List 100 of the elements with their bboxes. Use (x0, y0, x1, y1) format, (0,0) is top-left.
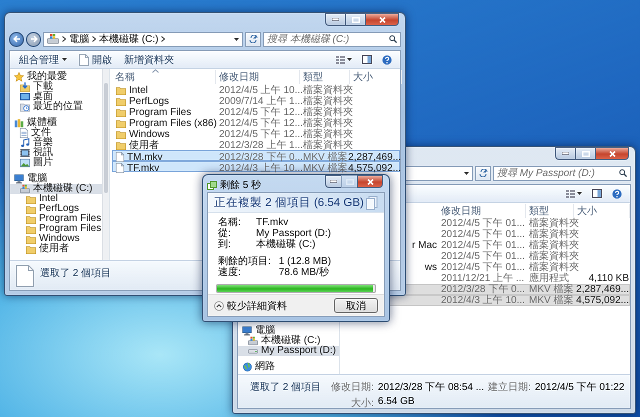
nav-item[interactable]: 使用者 (10, 244, 102, 254)
arrow-left-icon (12, 35, 20, 43)
nav-item[interactable]: 網路 (238, 362, 339, 372)
refresh-button[interactable] (245, 32, 261, 46)
maximize-button[interactable] (575, 147, 595, 160)
close-button[interactable] (357, 175, 383, 188)
help-button[interactable] (380, 54, 394, 64)
nav-item[interactable]: 視訊 (10, 148, 102, 158)
field-label: 剩餘的項目: (218, 256, 271, 267)
caret-icon (62, 58, 67, 61)
modified-date: 2012/4/5 下午 12... (219, 130, 303, 139)
fewer-details-button[interactable]: 較少詳細資料 (214, 298, 287, 312)
modified-date: 2012/4/5 下午 12... (219, 108, 303, 117)
forward-button[interactable] (26, 32, 41, 46)
scrollbar[interactable] (102, 69, 109, 260)
nav-item[interactable]: Intel (10, 194, 102, 204)
field-value: My Passport (D:) (256, 228, 332, 239)
back-button[interactable] (9, 32, 24, 46)
file-type: 檔案資料夾 (529, 219, 579, 228)
cancel-button[interactable]: 取消 (334, 298, 378, 313)
modified-date: 2012/4/5 下午 01... (441, 219, 525, 228)
modified-date: 2012/4/3 上午 10... (219, 164, 303, 172)
file-name: Program Files (x86) (129, 119, 217, 128)
dialog-title: 剩餘 5 秒 (220, 178, 262, 192)
file-row[interactable]: Intel 2012/4/5 上午 10...檔案資料夾 (112, 84, 400, 95)
folder-icon (26, 214, 36, 224)
refresh-button[interactable] (475, 166, 491, 180)
file-size: 4,110 KB (588, 274, 629, 283)
field-value: TF.mkv (256, 217, 290, 228)
column-header[interactable]: 名稱 (112, 70, 216, 84)
nav-item[interactable]: 下載 (10, 82, 102, 92)
close-icon (378, 16, 386, 22)
menu-button[interactable]: 組合管理 (16, 52, 70, 66)
file-icon (16, 264, 34, 286)
minimize-button[interactable] (325, 175, 341, 188)
chevron-right-icon (161, 36, 166, 42)
caret-icon (464, 172, 469, 174)
file-row[interactable]: Windows 2012/4/5 下午 12...檔案資料夾 (112, 128, 400, 139)
search-icon (389, 35, 397, 43)
nav-item[interactable]: 音樂 (10, 138, 102, 148)
film-icon (20, 148, 30, 158)
nav-item[interactable]: 桌面 (10, 92, 102, 102)
nav-item[interactable]: 圖片 (10, 158, 102, 168)
minimize-button[interactable] (555, 147, 575, 160)
column-header[interactable]: 修改日期 (438, 204, 526, 218)
breadcrumb[interactable]: 本機磁碟 (C:) (99, 32, 158, 46)
file-row[interactable]: Program Files (x86) 2012/4/5 下午 12...檔案資料夾 (112, 117, 400, 128)
view-options-button[interactable] (564, 190, 584, 198)
file-row[interactable]: TM.mkv 2012/3/28 下午 0...MKV 檔案2,287,469... (112, 150, 400, 161)
column-header[interactable]: 類型 (300, 70, 350, 84)
close-button[interactable] (595, 147, 629, 160)
file-icon (116, 152, 124, 162)
minimize-button[interactable] (325, 13, 345, 26)
help-button[interactable] (610, 188, 624, 198)
breadcrumb[interactable]: 電腦 (69, 32, 89, 46)
maximize-button[interactable] (345, 13, 365, 26)
search-field[interactable]: 搜尋 My Passport (D:) (493, 166, 631, 180)
column-header[interactable]: 類型 (526, 204, 574, 218)
nav-item[interactable]: Program Files (10, 214, 102, 224)
nav-item[interactable]: 媒體櫃 (10, 118, 102, 128)
folder-icon (116, 108, 126, 118)
file-row[interactable]: Program Files 2012/4/5 下午 12...檔案資料夾 (112, 106, 400, 117)
toolbar-button[interactable]: 新增資料夾 (121, 52, 177, 66)
nav-item[interactable]: PerfLogs (10, 204, 102, 214)
nav-item[interactable]: 本機磁碟 (C:) (10, 184, 102, 194)
view-options-button[interactable] (334, 56, 354, 64)
detail-label: 大小: (350, 396, 374, 410)
column-header[interactable]: 大小 (574, 204, 630, 218)
nav-item[interactable]: Program Files (10, 224, 102, 234)
minimize-icon (562, 152, 569, 155)
preview-pane-button[interactable] (360, 55, 374, 64)
nav-item[interactable]: 最近的位置 (10, 102, 102, 112)
file-icon (116, 162, 124, 174)
file-row[interactable]: PerfLogs 2009/7/14 上午 1...檔案資料夾 (112, 95, 400, 106)
network-icon (242, 362, 252, 372)
detail-value: 2012/3/28 下午 08:54 ... (378, 381, 484, 394)
column-header[interactable]: 大小 (350, 70, 402, 84)
file-row[interactable]: TF.mkv 2012/4/3 上午 10...MKV 檔案4,575,092... (112, 161, 400, 172)
preview-pane-button[interactable] (590, 189, 604, 198)
file-size: 2,287,469... (576, 285, 629, 294)
nav-item[interactable]: 本機磁碟 (C:) (238, 336, 339, 346)
nav-item[interactable]: Windows (10, 234, 102, 244)
arrow-right-icon (30, 35, 38, 43)
close-button[interactable] (365, 13, 399, 26)
nav-item[interactable]: My Passport (D:) (238, 346, 339, 356)
open-button[interactable]: 開啟 (76, 52, 115, 66)
nav-item[interactable]: 電腦 (10, 174, 102, 184)
copy-icon (207, 180, 217, 190)
file-row[interactable]: 使用者 2012/3/28 上午 1...檔案資料夾 (112, 139, 400, 150)
nav-item[interactable]: 文件 (10, 128, 102, 138)
nav-item[interactable]: 電腦 (238, 326, 339, 336)
field-label: 從: (218, 228, 232, 239)
nav-item[interactable]: 我的最愛 (10, 72, 102, 82)
search-field[interactable]: 搜尋 本機磁碟 (C:) (263, 32, 401, 46)
column-header[interactable]: 修改日期 (216, 70, 300, 84)
drive-icon (47, 33, 59, 45)
address-bar[interactable]: 電腦 本機磁碟 (C:) (43, 32, 243, 46)
detail-label: 建立日期: (488, 380, 531, 394)
file-icon (79, 54, 89, 66)
refresh-icon (248, 35, 258, 43)
